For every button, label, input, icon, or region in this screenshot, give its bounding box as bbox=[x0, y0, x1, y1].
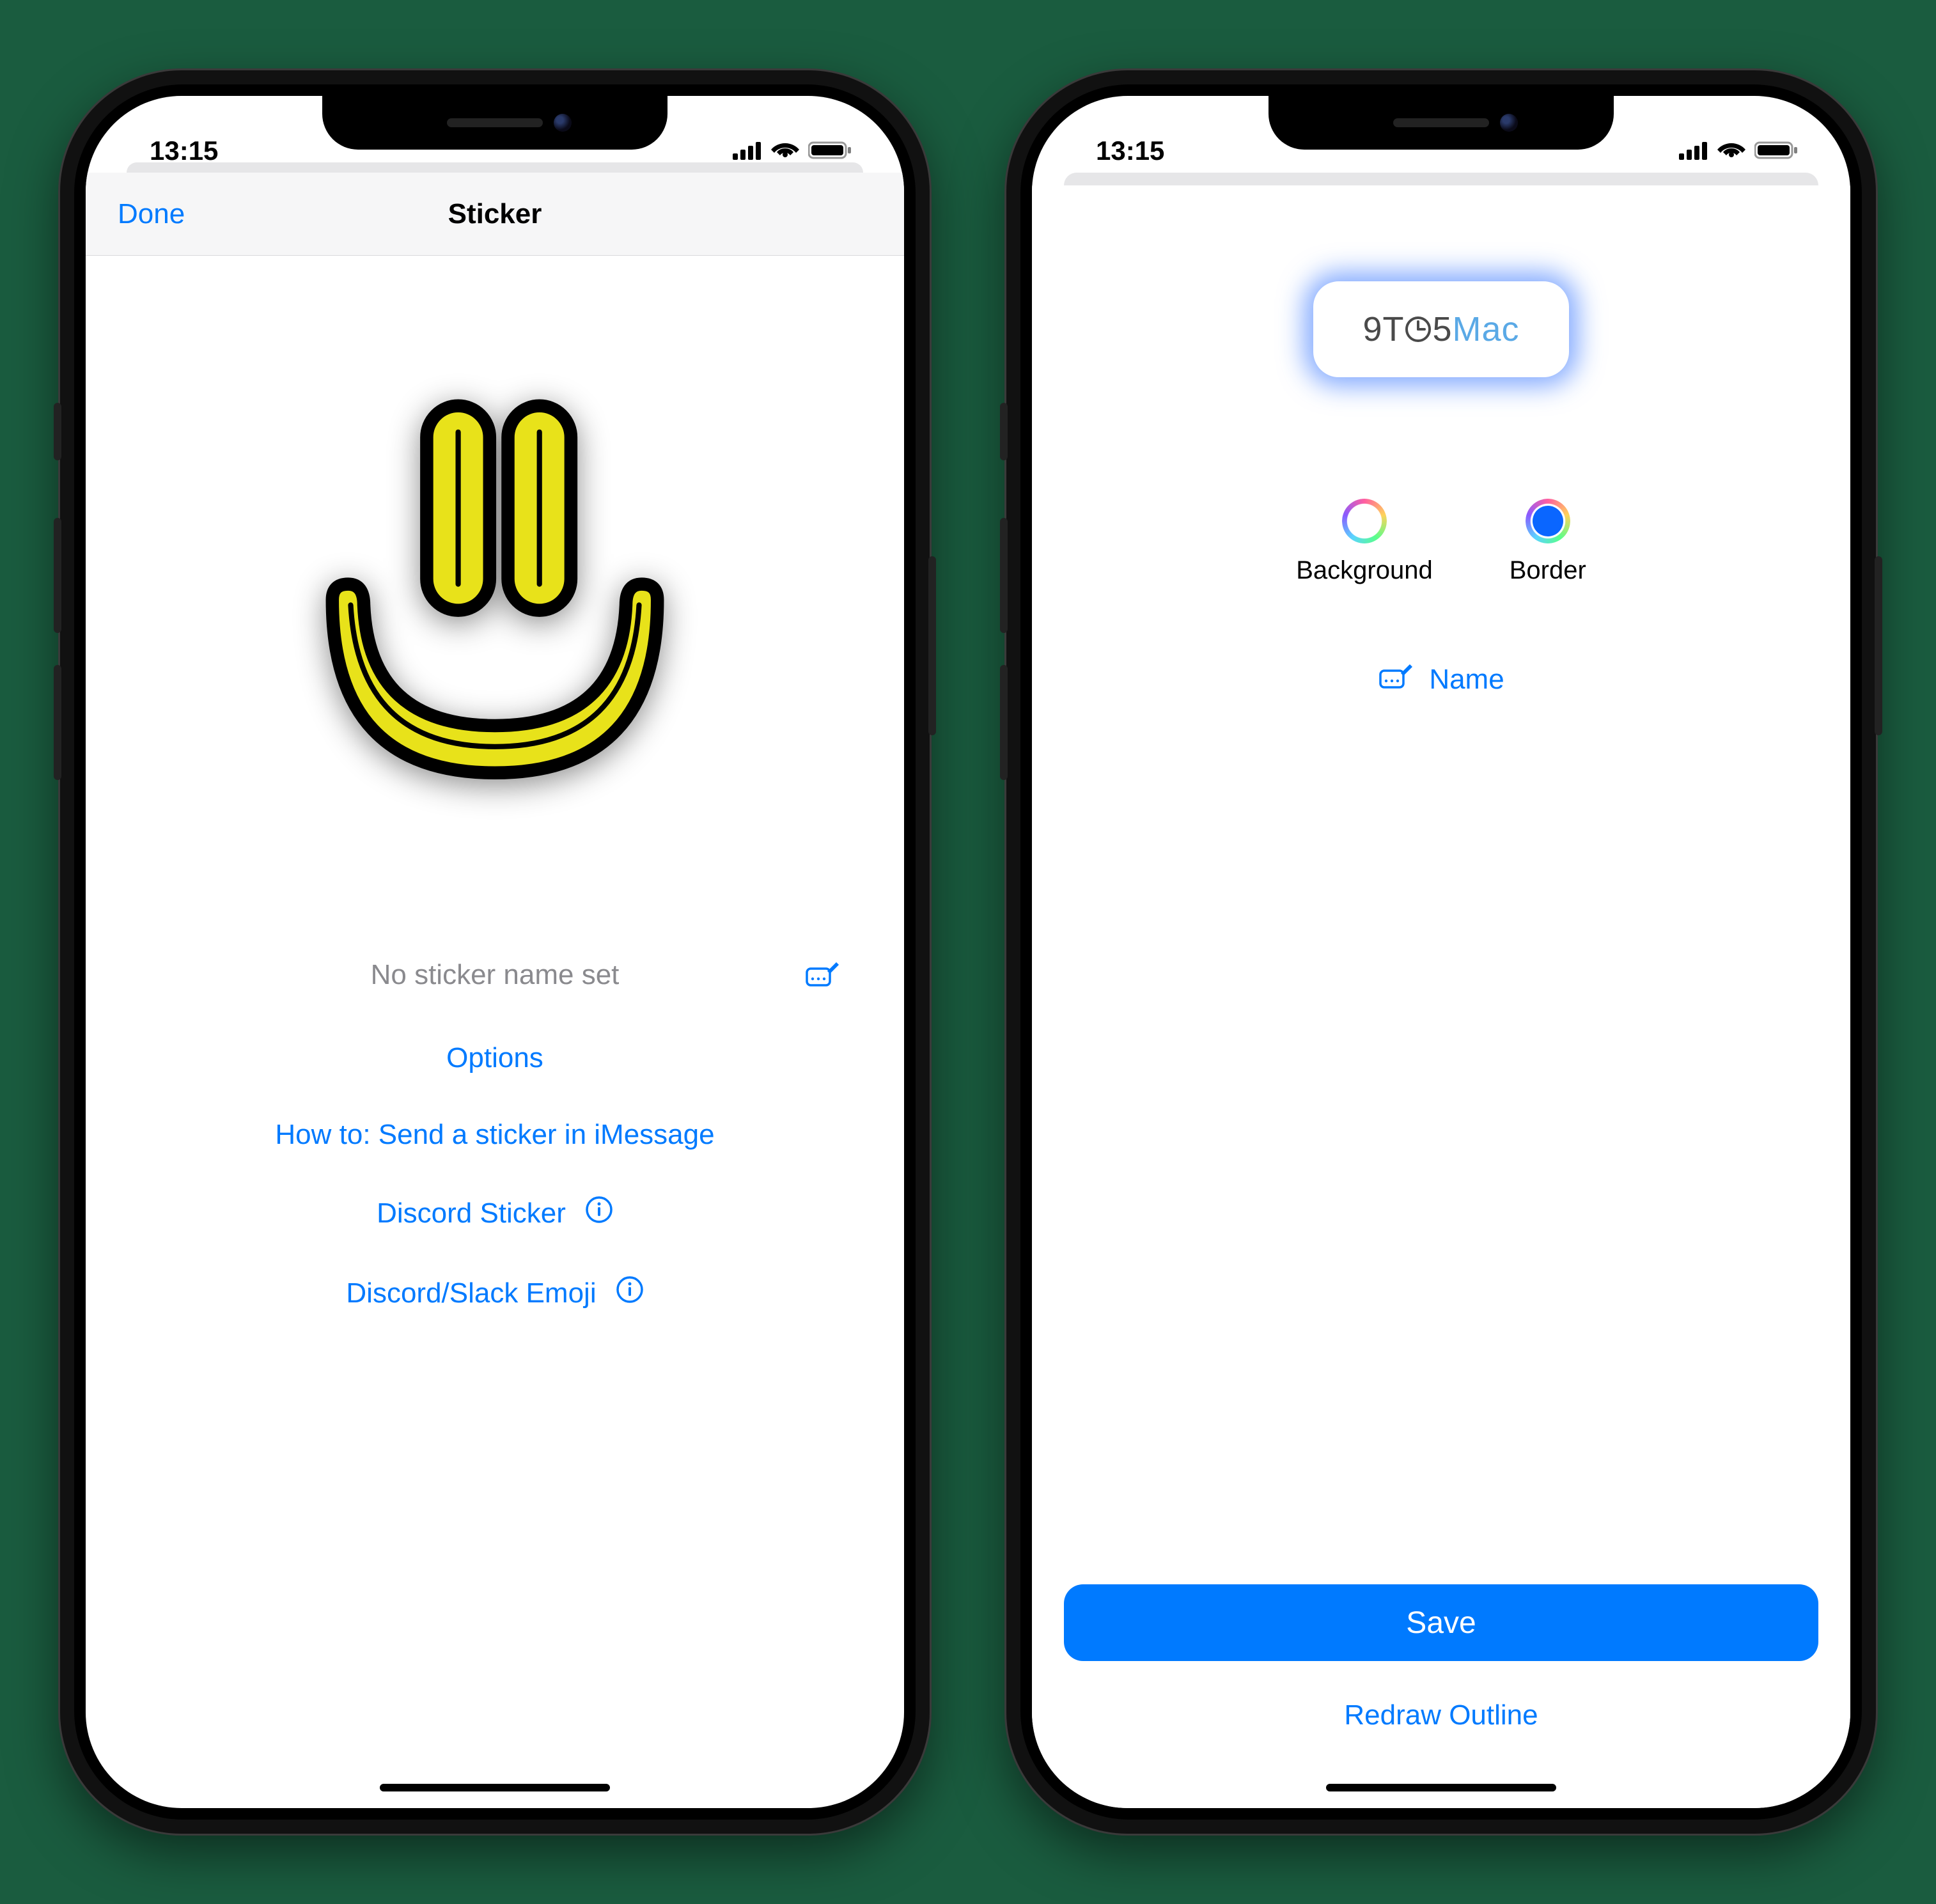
sticker-name-placeholder: No sticker name set bbox=[371, 959, 620, 991]
discord-emoji-link[interactable]: Discord/Slack Emoji bbox=[346, 1277, 596, 1309]
battery-icon bbox=[808, 136, 853, 166]
status-time: 13:15 bbox=[1096, 136, 1164, 166]
logo-text-9t: 9T bbox=[1362, 309, 1404, 349]
background-label: Background bbox=[1296, 556, 1432, 585]
logo-text-5: 5 bbox=[1432, 309, 1452, 349]
discord-sticker-link[interactable]: Discord Sticker bbox=[377, 1198, 566, 1229]
border-label: Border bbox=[1510, 556, 1586, 585]
cellular-icon bbox=[733, 136, 762, 166]
smiley-sticker-icon bbox=[233, 332, 757, 857]
howto-link[interactable]: How to: Send a sticker in iMessage bbox=[275, 1119, 714, 1151]
options-link[interactable]: Options bbox=[446, 1042, 543, 1074]
status-time: 13:15 bbox=[150, 136, 218, 166]
wifi-icon bbox=[771, 136, 799, 166]
nav-title: Sticker bbox=[448, 198, 542, 230]
battery-icon bbox=[1754, 136, 1799, 166]
color-ring-icon bbox=[1342, 499, 1387, 543]
selected-color-fill bbox=[1533, 506, 1563, 536]
sheet-grabber-background bbox=[1064, 173, 1818, 185]
notch bbox=[322, 96, 667, 150]
phone-right: 13:15 9T 5Ma bbox=[1006, 70, 1876, 1834]
cellular-icon bbox=[1679, 136, 1708, 166]
border-option[interactable]: Border bbox=[1510, 499, 1586, 585]
name-label: Name bbox=[1429, 664, 1504, 696]
home-indicator[interactable] bbox=[380, 1784, 610, 1791]
edit-icon bbox=[1378, 662, 1414, 697]
logo-text-mac: Mac bbox=[1453, 309, 1520, 349]
background-option[interactable]: Background bbox=[1296, 499, 1432, 585]
edit-name-button[interactable] bbox=[804, 960, 840, 991]
phone-left: 13:15 Done Sticker bbox=[60, 70, 930, 1834]
redraw-outline-link[interactable]: Redraw Outline bbox=[1344, 1699, 1538, 1731]
sticker-preview bbox=[86, 256, 904, 933]
wifi-icon bbox=[1717, 136, 1745, 166]
name-button[interactable]: Name bbox=[1378, 662, 1504, 697]
notch bbox=[1269, 96, 1614, 150]
logo-sticker-preview[interactable]: 9T 5Mac bbox=[1313, 281, 1569, 377]
info-icon[interactable] bbox=[585, 1196, 613, 1231]
clock-icon bbox=[1404, 315, 1432, 343]
edit-icon bbox=[804, 960, 840, 988]
info-icon[interactable] bbox=[616, 1276, 644, 1311]
home-indicator[interactable] bbox=[1326, 1784, 1556, 1791]
nav-bar: Done Sticker bbox=[86, 173, 904, 256]
done-button[interactable]: Done bbox=[118, 198, 185, 230]
save-button[interactable]: Save bbox=[1064, 1584, 1818, 1661]
